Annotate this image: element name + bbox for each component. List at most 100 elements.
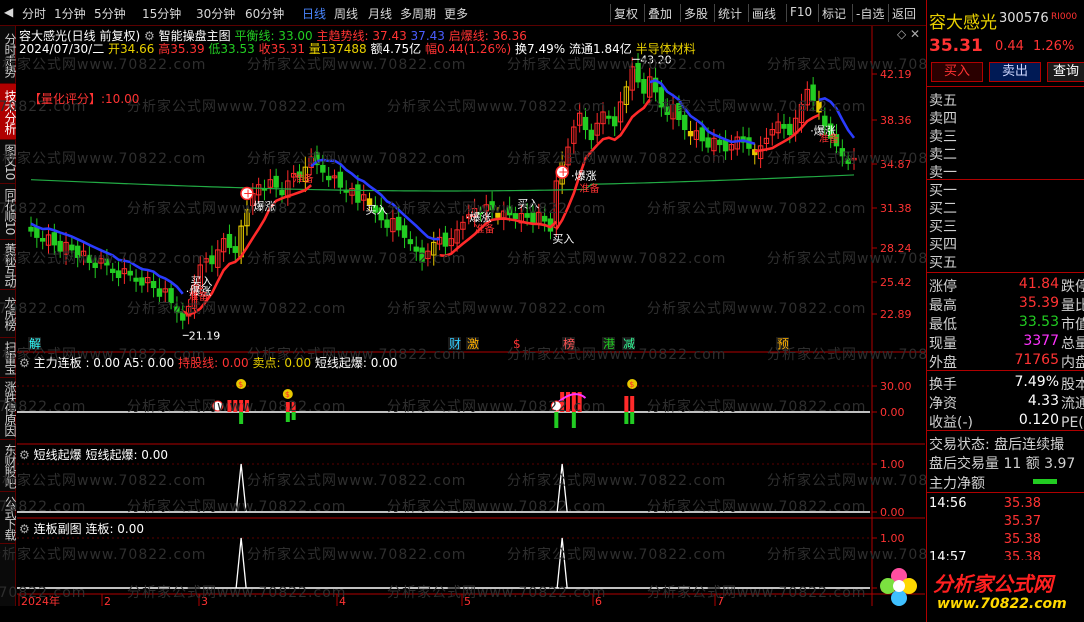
order-book-row: 买二 — [929, 201, 957, 217]
watermark-text: 分析家公式网www.70822.com — [0, 251, 207, 267]
toolbar-tab-8[interactable]: 月线 — [368, 5, 392, 22]
toolbar-right-2[interactable]: 多股 — [684, 5, 708, 22]
price-tick-label: 31.38 — [880, 202, 912, 215]
chart-area[interactable]: 42.19 38.36 34.87 31.38 28.24 25.42 22.89 30.00… — [0, 26, 985, 608]
candle — [396, 216, 402, 231]
order-book-row: 卖五 — [929, 93, 957, 109]
candle — [705, 137, 711, 148]
ready-marker: 准备 — [819, 132, 839, 145]
watermark-text: 分析家公式网www.70822.com — [647, 301, 867, 317]
toolbar-tab-9[interactable]: 多周期 — [400, 5, 436, 22]
toolbar-tab-0[interactable]: 分时 — [22, 5, 46, 22]
after-hours: 盘后交易量 11 额 3.97 — [929, 456, 1076, 472]
candle — [28, 226, 34, 232]
watermark-text: 分析家公式网www.70822.com — [647, 201, 867, 217]
toolbar-right-7[interactable]: -自选 — [856, 5, 884, 22]
stat-row: 现量 3377 总量 — [929, 333, 1084, 352]
toolbar-right-1[interactable]: 叠加 — [648, 5, 672, 22]
stat-row: 换手 7.49% 股本 — [929, 374, 1084, 393]
candle — [127, 270, 133, 276]
watermark-text: 分析家公式网www.70822.com — [0, 151, 207, 167]
candle — [582, 116, 589, 131]
toolbar-right-0[interactable]: 复权 — [614, 5, 638, 22]
sub1-bar — [624, 396, 629, 412]
stat-row: 外盘 71765 内盘 — [929, 352, 1084, 371]
candle — [226, 233, 233, 248]
watermark-text: 分析家公式网www.70822.com — [0, 399, 87, 415]
watermark-text: 分析家公式网www.70822.com — [507, 57, 727, 73]
candle — [156, 288, 163, 297]
site-logo: 分析家公式网 www.70822.com — [880, 560, 1084, 622]
watermark-text: 分析家公式网www.70822.com — [647, 585, 867, 601]
watermark-text: 分析家公式网www.70822.com — [127, 301, 347, 317]
order-book-row: 买四 — [929, 237, 957, 253]
candle — [407, 239, 414, 245]
query-button[interactable]: 查询 — [1047, 62, 1084, 82]
stat-row: 涨停 41.84 跌停 — [929, 276, 1084, 295]
sell-button[interactable]: 卖出 — [989, 62, 1041, 82]
watermark-text: 分析家公式网www.70822.com — [647, 399, 867, 415]
candle — [355, 184, 361, 203]
candle — [232, 246, 238, 253]
header-icons[interactable]: ◇ ✕ — [897, 27, 920, 41]
toolbar-tab-4[interactable]: 30分钟 — [196, 5, 235, 22]
toolbar-right-3[interactable]: 统计 — [718, 5, 742, 22]
watermark-text: 分析家公式网www.70822.com — [0, 57, 207, 73]
tick-row: 14:56 35.38 — [929, 496, 1041, 511]
stat-row: 最低 33.53 市值 — [929, 314, 1084, 333]
stat-row: 净资 4.33 流通 — [929, 393, 1084, 412]
price-tick-label: 25.42 — [880, 276, 912, 289]
candle — [384, 219, 390, 228]
candle — [787, 123, 793, 136]
ready-marker: 准备 — [580, 182, 600, 195]
candle — [133, 277, 139, 282]
candle — [606, 115, 612, 119]
ready-marker: 准备 — [475, 222, 495, 235]
toolbar-tab-6[interactable]: 日线 — [302, 5, 326, 22]
sub-tick-label: 30.00 — [880, 380, 912, 393]
toolbar-right-8[interactable]: 返回 — [892, 5, 916, 22]
event-tag: 激 — [467, 337, 479, 351]
watermark-text: 分析家公式网www.70822.com — [247, 473, 467, 489]
watermark-text: 分析家公式网www.70822.com — [0, 201, 87, 217]
watermark-text: 分析家公式网www.70822.com — [127, 399, 347, 415]
candle — [611, 116, 618, 127]
candle — [110, 268, 116, 273]
money-bag-glyph: $ — [238, 380, 243, 389]
watermark-text: 分析家公式网www.70822.com — [507, 347, 727, 363]
stat-row: 最高 35.39 量比 — [929, 295, 1084, 314]
candle — [401, 225, 408, 238]
toolbar-right-5[interactable]: F10 — [790, 5, 812, 19]
buy-button[interactable]: 买入 — [931, 62, 983, 82]
toolbar-tab-5[interactable]: 60分钟 — [245, 5, 284, 22]
watermark-text: 分析家公式网www.70822.com — [0, 499, 87, 515]
watermark-text: 分析家公式网www.70822.com — [127, 499, 347, 515]
toolbar-tab-7[interactable]: 周线 — [334, 5, 358, 22]
flower-logo-icon — [880, 568, 917, 606]
toolbar-tab-10[interactable]: 更多 — [444, 5, 468, 22]
watermark-text: 分析家公式网www.70822.com — [387, 499, 607, 515]
candle — [279, 189, 285, 196]
toolbar-tab-1[interactable]: 1分钟 — [54, 5, 86, 22]
watermark-text: 分析家公式网www.70822.com — [507, 473, 727, 489]
candle — [150, 281, 157, 289]
money-bag-glyph: $ — [629, 380, 634, 389]
toolbar-tab-3[interactable]: 15分钟 — [142, 5, 181, 22]
order-book-row: 买一 — [929, 183, 957, 199]
ready-marker: 准备 — [294, 172, 314, 185]
toolbar-right-6[interactable]: 标记 — [822, 5, 846, 22]
toolbar-right-4[interactable]: 画线 — [752, 5, 776, 22]
watermark-text: 分析家公式网www.70822.com — [247, 251, 467, 267]
candle — [337, 171, 344, 188]
order-book-row: 卖二 — [929, 147, 957, 163]
sub1-neg-bar — [624, 412, 629, 424]
trade-state: 交易状态: 盘后连续撮 — [929, 437, 1065, 453]
watermark-text: 分析家公式网www.70822.com — [647, 499, 867, 515]
net-flow-bar — [1033, 479, 1057, 484]
price-tick-label: 38.36 — [880, 114, 912, 127]
candle — [115, 270, 122, 279]
back-arrow-icon[interactable]: ◀ — [4, 5, 13, 19]
toolbar-tab-2[interactable]: 5分钟 — [94, 5, 126, 22]
sub1-bar — [630, 396, 635, 412]
watermark-text: 分析家公式网www.70822.com — [387, 301, 607, 317]
